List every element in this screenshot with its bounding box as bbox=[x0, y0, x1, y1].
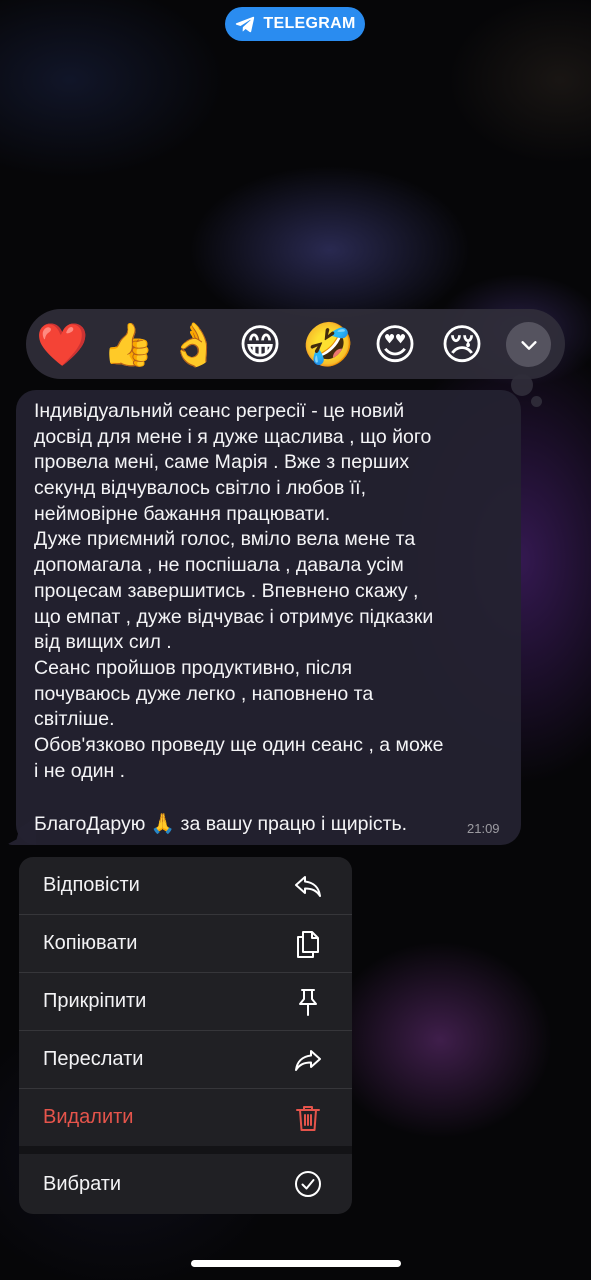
message-line: допомагала , не поспішала , давала усім bbox=[34, 554, 404, 577]
reaction-crying[interactable]: 😢 bbox=[436, 319, 488, 371]
message-line: неймовірне бажання працювати. bbox=[34, 502, 331, 525]
forward-icon bbox=[295, 1049, 321, 1071]
menu-item-forward[interactable]: Переслати bbox=[19, 1031, 352, 1088]
menu-item-select[interactable]: Вибрати bbox=[19, 1154, 352, 1214]
message-line: Індивідуальний сеанс регресії - це новий bbox=[34, 400, 405, 422]
reply-icon bbox=[295, 875, 321, 897]
reaction-rolling-laughing[interactable]: 🤣 bbox=[302, 319, 354, 371]
message-line: Дуже приємний голос, вміло вела мене та bbox=[34, 528, 416, 551]
message-line: світліше. bbox=[34, 708, 115, 731]
menu-section-gap bbox=[19, 1146, 352, 1154]
reaction-bar-tail bbox=[511, 374, 533, 396]
message-line: Обов'язково проведу ще один сеанс , а мо… bbox=[34, 733, 444, 756]
menu-item-label: Відповісти bbox=[43, 874, 140, 896]
menu-item-copy[interactable]: Копіювати bbox=[19, 915, 352, 972]
message-line: і не один . bbox=[34, 759, 126, 782]
trash-icon bbox=[296, 1105, 320, 1131]
message-timestamp: 21:09 bbox=[467, 821, 500, 836]
reaction-thumbs-up[interactable]: 👍 bbox=[102, 319, 154, 371]
telegram-badge-label: TELEGRAM bbox=[263, 15, 356, 32]
menu-item-label: Вибрати bbox=[43, 1172, 122, 1195]
message-line: досвід для мене і я дуже щаслива , що йо… bbox=[34, 425, 432, 448]
reaction-ok-hand[interactable]: 👌 bbox=[168, 319, 220, 371]
reaction-bar: ❤️ 👍 👌 😁 🤣 😍 😢 bbox=[26, 309, 565, 379]
home-indicator[interactable] bbox=[191, 1260, 401, 1267]
menu-item-label: Переслати bbox=[43, 1048, 144, 1070]
telegram-badge: TELEGRAM bbox=[225, 7, 365, 41]
message-bubble[interactable]: Індивідуальний сеанс регресії - це новий… bbox=[16, 390, 521, 845]
message-line: почуваюсь дуже легко , наповнено та bbox=[34, 682, 374, 705]
menu-item-label: Копіювати bbox=[43, 932, 138, 954]
reaction-grinning[interactable]: 😁 bbox=[234, 319, 286, 371]
pin-icon bbox=[299, 988, 317, 1016]
copy-icon bbox=[297, 930, 319, 958]
message-line: секунд відчувалось світло і любов її, bbox=[34, 477, 366, 500]
message-line: що емпат , дуже відчуває і отримує підка… bbox=[34, 605, 434, 628]
message-last-line: БлагоДарую 🙏 за вашу працю і щирість. bbox=[34, 813, 408, 835]
menu-item-label: Видалити bbox=[43, 1106, 134, 1128]
menu-item-delete[interactable]: Видалити bbox=[19, 1089, 352, 1146]
menu-item-reply[interactable]: Відповісти bbox=[19, 857, 352, 914]
expand-reactions-button[interactable] bbox=[506, 322, 551, 367]
telegram-plane-icon bbox=[236, 16, 255, 33]
message-line: від вищих сил . bbox=[34, 631, 172, 654]
chevron-down-icon bbox=[520, 340, 537, 350]
reaction-heart-eyes[interactable]: 😍 bbox=[369, 319, 421, 371]
message-line: Сеанс пройшов продуктивно, після bbox=[34, 656, 353, 679]
menu-item-label: Прикріпити bbox=[43, 990, 147, 1012]
message-line: провела мені, саме Марія . Вже з перших bbox=[34, 451, 410, 474]
checkmark-circle-icon bbox=[295, 1171, 321, 1197]
context-menu: Відповісти Копіювати Прикріпити Переслат… bbox=[19, 857, 352, 1214]
message-line: процесам завершитись . Впевнено скажу , bbox=[34, 579, 419, 602]
menu-item-pin[interactable]: Прикріпити bbox=[19, 973, 352, 1030]
reaction-bar-tail-dot bbox=[531, 396, 542, 407]
reaction-heart[interactable]: ❤️ bbox=[36, 319, 88, 371]
